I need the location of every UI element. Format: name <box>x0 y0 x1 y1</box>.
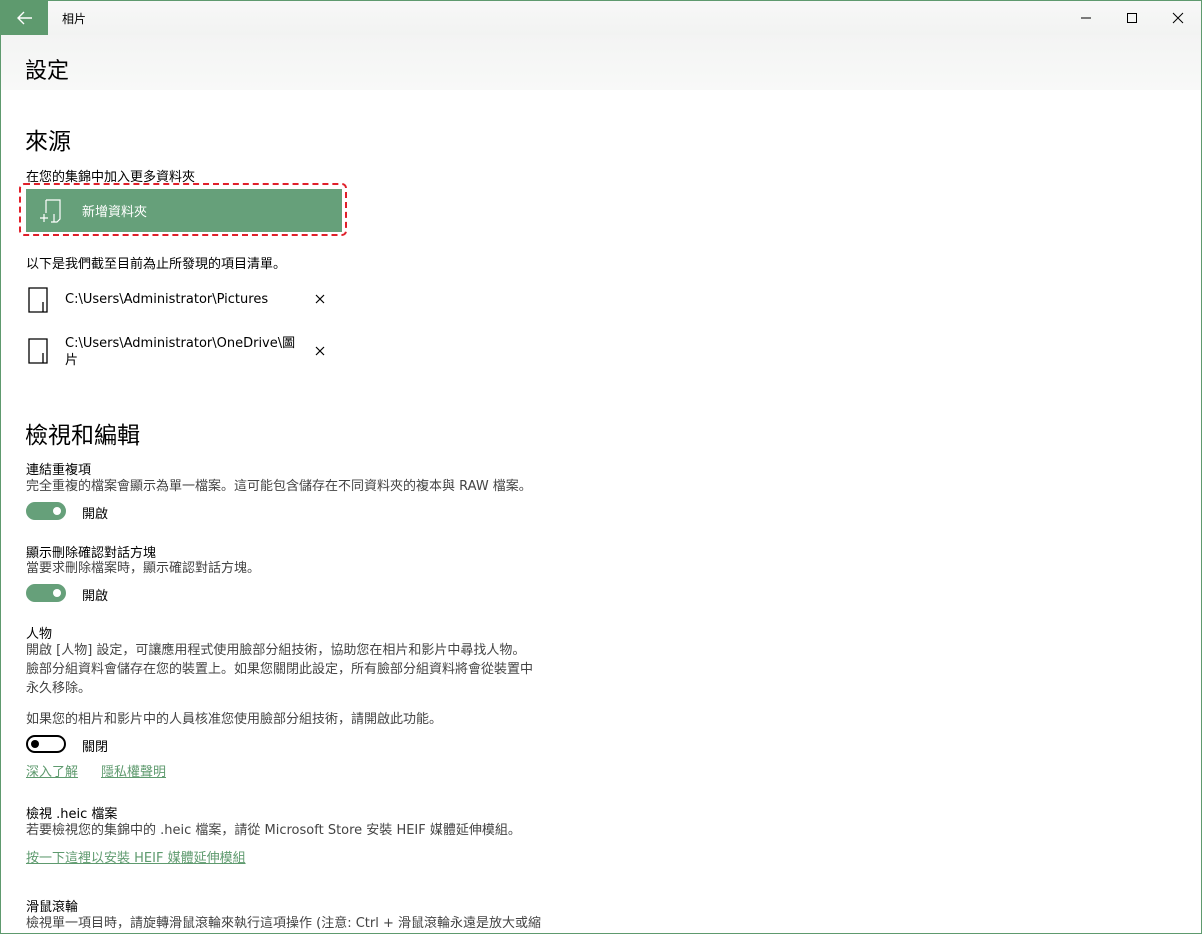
page-title: 設定 <box>25 59 70 84</box>
folder-list-intro: 以下是我們截至目前為止所發現的項目清單。 <box>26 257 287 272</box>
linked-duplicates-toggle[interactable] <box>26 502 66 520</box>
folder-path: C:\Users\Administrator\Pictures <box>65 292 269 307</box>
people-description-line: 永久移除。 <box>26 681 92 696</box>
header-band <box>1 35 1201 90</box>
folder-icon <box>28 338 48 364</box>
heic-description: 若要檢視您的集錦中的 .heic 檔案，請從 Microsoft Store 安… <box>26 823 521 838</box>
linked-duplicates-state: 開啟 <box>82 507 109 522</box>
remove-folder-button[interactable] <box>310 341 330 361</box>
folder-icon <box>28 287 48 313</box>
people-description-line: 臉部分組資料會儲存在您的裝置上。如果您關閉此設定，所有臉部分組資料將會從裝置中 <box>26 662 534 677</box>
people-state: 關閉 <box>82 740 109 755</box>
mouse-wheel-title: 滑鼠滾輪 <box>26 900 79 915</box>
sources-heading: 來源 <box>25 129 71 155</box>
title-bar: 相片 <box>1 1 1201 35</box>
heic-title: 檢視 .heic 檔案 <box>26 807 118 822</box>
folder-item-onedrive: C:\Users\Administrator\OneDrive\圖片 <box>26 335 346 371</box>
folder-path: C:\Users\Administrator\OneDrive\圖片 <box>65 336 296 368</box>
toggle-knob <box>53 507 61 515</box>
back-arrow-icon <box>16 11 32 25</box>
linked-duplicates-title: 連結重複項 <box>26 463 92 478</box>
remove-folder-button[interactable] <box>310 289 330 309</box>
app-title: 相片 <box>62 12 87 26</box>
minimize-icon <box>1081 17 1091 19</box>
delete-confirm-toggle[interactable] <box>26 584 66 602</box>
delete-confirm-state: 開啟 <box>82 589 109 604</box>
close-button[interactable] <box>1155 1 1201 35</box>
minimize-button[interactable] <box>1063 1 1109 35</box>
photos-settings-window: 相片 設定 來源 在您的集錦中加入更多資料夾 新增資料夾 以下是我們截至目前為止… <box>0 0 1202 934</box>
learn-more-link[interactable]: 深入了解 <box>26 761 78 780</box>
mouse-wheel-description: 檢視單一項目時，請旋轉滑鼠滾輪來執行這項操作 (注意: Ctrl + 滑鼠滾輪永… <box>26 916 542 931</box>
remove-x-icon <box>315 346 325 356</box>
back-button[interactable] <box>1 1 48 35</box>
linked-duplicates-description: 完全重複的檔案會顯示為單一檔案。這可能包含儲存在不同資料夾的複本與 RAW 檔案… <box>26 479 532 494</box>
maximize-icon <box>1127 13 1137 23</box>
privacy-statement-link[interactable]: 隱私權聲明 <box>101 761 166 780</box>
people-title: 人物 <box>26 627 53 642</box>
people-description-line: 開啟 [人物] 設定，可讓應用程式使用臉部分組技術，協助您在相片和影片中尋找人物… <box>26 643 526 658</box>
remove-x-icon <box>315 294 325 304</box>
people-toggle[interactable] <box>26 735 66 753</box>
close-icon <box>1172 12 1184 24</box>
toggle-knob <box>53 589 61 597</box>
install-heif-link[interactable]: 按一下這裡以安裝 HEIF 媒體延伸模組 <box>26 847 246 866</box>
toggle-knob <box>31 740 39 748</box>
people-consent-note: 如果您的相片和影片中的人員核准您使用臉部分組技術，請開啟此功能。 <box>26 712 443 727</box>
maximize-button[interactable] <box>1109 1 1155 35</box>
view-edit-heading: 檢視和編輯 <box>25 423 140 449</box>
highlight-frame <box>19 183 347 236</box>
folder-item-pictures: C:\Users\Administrator\Pictures <box>26 286 346 314</box>
delete-confirm-description: 當要求刪除檔案時，顯示確認對話方塊。 <box>26 561 261 576</box>
